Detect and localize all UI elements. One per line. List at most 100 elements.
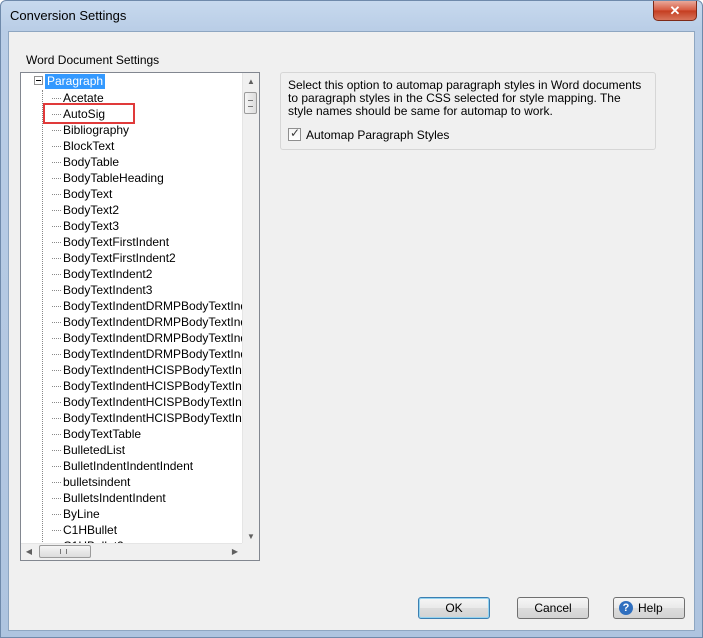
tree-connector: [52, 530, 61, 531]
tree-item-label: C1HBullet: [63, 523, 118, 537]
tree-connector: [52, 354, 61, 355]
tree-item[interactable]: BodyTableHeading: [52, 170, 164, 186]
tree-connector: [52, 130, 61, 131]
vertical-scrollbar[interactable]: ▲ ▼: [242, 73, 259, 545]
tree-connector: [52, 466, 61, 467]
tree-item-label: BodyTextIndentDRMPBodyTextInder: [63, 331, 243, 345]
style-tree[interactable]: Paragraph Acetate AutoSig Bibliography Bloc…: [20, 72, 260, 561]
ok-button[interactable]: OK: [418, 597, 490, 619]
tree-item[interactable]: bulletsindent: [52, 474, 131, 490]
tree-item-label: BodyText2: [63, 203, 120, 217]
window-title: Conversion Settings: [10, 8, 127, 23]
tree-item-label: BodyTextIndentDRMPBodyTextInder: [63, 347, 243, 361]
tree-item[interactable]: BodyTable: [52, 154, 119, 170]
tree-connector: [52, 194, 61, 195]
tree-connector: [52, 450, 61, 451]
arrow-up-icon[interactable]: ▲: [243, 73, 259, 90]
tree-connector: [52, 306, 61, 307]
tree-connector: [52, 482, 61, 483]
tree-item-label: BodyTextIndent2: [63, 267, 153, 281]
tree-item[interactable]: BulletsIndentIndent: [52, 490, 166, 506]
tree-item[interactable]: BodyTextIndent3: [52, 282, 152, 298]
info-description: Select this option to automap paragraph …: [288, 78, 642, 118]
close-icon: ✕: [669, 3, 681, 18]
tree-item-label: BodyTextIndentHCISPBodyTextInde: [63, 363, 243, 377]
tree-item[interactable]: BulletIndentIndentIndent: [52, 458, 194, 474]
tree-item[interactable]: BodyTextIndentHCISPBodyTextInde: [52, 394, 243, 410]
tree-item[interactable]: BodyTextIndentDRMPBodyTextInder: [52, 346, 243, 362]
tree-connector: [52, 162, 61, 163]
tree-item-label: BulletsIndentIndent: [63, 491, 166, 505]
tree-connector: [52, 338, 61, 339]
cancel-button[interactable]: Cancel: [517, 597, 589, 619]
tree-item[interactable]: BodyTextIndentDRMPBodyTextInder: [52, 330, 243, 346]
tree-item-label: BodyTextIndentHCISPBodyTextInde: [63, 395, 243, 409]
horizontal-scrollbar[interactable]: ◀ ▶: [21, 543, 243, 560]
tree-connector: [52, 386, 61, 387]
tree-root-paragraph[interactable]: Paragraph: [45, 74, 106, 89]
close-button[interactable]: ✕: [653, 1, 697, 21]
tree-item[interactable]: Bibliography: [52, 122, 129, 138]
automap-checkbox[interactable]: ✓: [288, 126, 301, 141]
tree-connector-line: [42, 90, 43, 545]
help-question-icon: ?: [619, 601, 633, 615]
tree-rows: Paragraph Acetate AutoSig Bibliography Bloc…: [21, 73, 243, 545]
help-button-label: Help: [638, 601, 663, 615]
tree-item[interactable]: BodyTextIndentDRMPBodyTextInden: [52, 298, 243, 314]
automap-checkbox-label[interactable]: Automap Paragraph Styles: [306, 128, 449, 142]
tree-connector: [52, 226, 61, 227]
tree-connector: [52, 210, 61, 211]
tree-item[interactable]: AutoSig: [52, 106, 105, 122]
tree-item-label: BodyText3: [63, 219, 120, 233]
tree-item[interactable]: BulletedList: [52, 442, 126, 458]
arrow-left-icon[interactable]: ◀: [21, 544, 37, 560]
tree-connector: [52, 418, 61, 419]
dialog-client-area: Word Document Settings Paragraph Acetate…: [8, 31, 695, 631]
tree-connector: [52, 498, 61, 499]
tree-item[interactable]: BodyText: [52, 186, 113, 202]
tree-item-label: BlockText: [63, 139, 115, 153]
tree-item[interactable]: BodyTextFirstIndent2: [52, 250, 176, 266]
tree-connector: [52, 322, 61, 323]
tree-item-label: Acetate: [63, 91, 104, 105]
info-panel: Select this option to automap paragraph …: [280, 72, 656, 150]
tree-connector: [52, 178, 61, 179]
tree-item-label: BodyTableHeading: [63, 171, 164, 185]
tree-connector: [52, 514, 61, 515]
tree-item[interactable]: C1HBullet: [52, 522, 118, 538]
arrow-right-icon[interactable]: ▶: [227, 544, 243, 560]
tree-item[interactable]: BodyTextIndent2: [52, 266, 153, 282]
tree-connector: [52, 114, 61, 115]
tree-item[interactable]: BodyTextIndentHCISPBodyTextInde: [52, 378, 243, 394]
tree-item-label: BulletIndentIndentIndent: [63, 459, 194, 473]
tree-item-label: BodyText: [63, 187, 113, 201]
tree-item[interactable]: BlockText: [52, 138, 115, 154]
tree-connector: [52, 146, 61, 147]
tree-item-label: ByLine: [63, 507, 100, 521]
tree-connector: [52, 242, 61, 243]
tree-connector: [52, 370, 61, 371]
tree-connector: [52, 290, 61, 291]
tree-item[interactable]: BodyText2: [52, 202, 120, 218]
tree-item-label: BodyTextIndentDRMPBodyTextInder: [63, 315, 243, 329]
tree-item[interactable]: BodyTextFirstIndent: [52, 234, 169, 250]
minus-box-icon[interactable]: [34, 76, 43, 85]
tree-item[interactable]: BodyTextIndentHCISPBodyTextInde: [52, 410, 243, 426]
tree-item[interactable]: Acetate: [52, 90, 104, 106]
horizontal-scroll-thumb[interactable]: [39, 545, 91, 558]
tree-connector: [52, 98, 61, 99]
tree-item[interactable]: BodyTextTable: [52, 426, 141, 442]
tree-item-label: bulletsindent: [63, 475, 131, 489]
tree-item-label: BodyTextIndentHCISPBodyTextInde: [63, 411, 243, 425]
group-label: Word Document Settings: [26, 53, 160, 67]
help-button[interactable]: ? Help: [613, 597, 685, 619]
tree-item[interactable]: ByLine: [52, 506, 100, 522]
tree-item-label: BodyTextIndentDRMPBodyTextInden: [63, 299, 243, 313]
conversion-settings-dialog: Conversion Settings ✕ Word Document Sett…: [0, 0, 703, 638]
tree-item[interactable]: BodyTextIndentHCISPBodyTextInde: [52, 362, 243, 378]
vertical-scroll-thumb[interactable]: [244, 92, 257, 114]
tree-item[interactable]: BodyTextIndentDRMPBodyTextInder: [52, 314, 243, 330]
tree-item-label: BulletedList: [63, 443, 126, 457]
tree-item-label: BodyTextFirstIndent2: [63, 251, 176, 265]
tree-item[interactable]: BodyText3: [52, 218, 120, 234]
